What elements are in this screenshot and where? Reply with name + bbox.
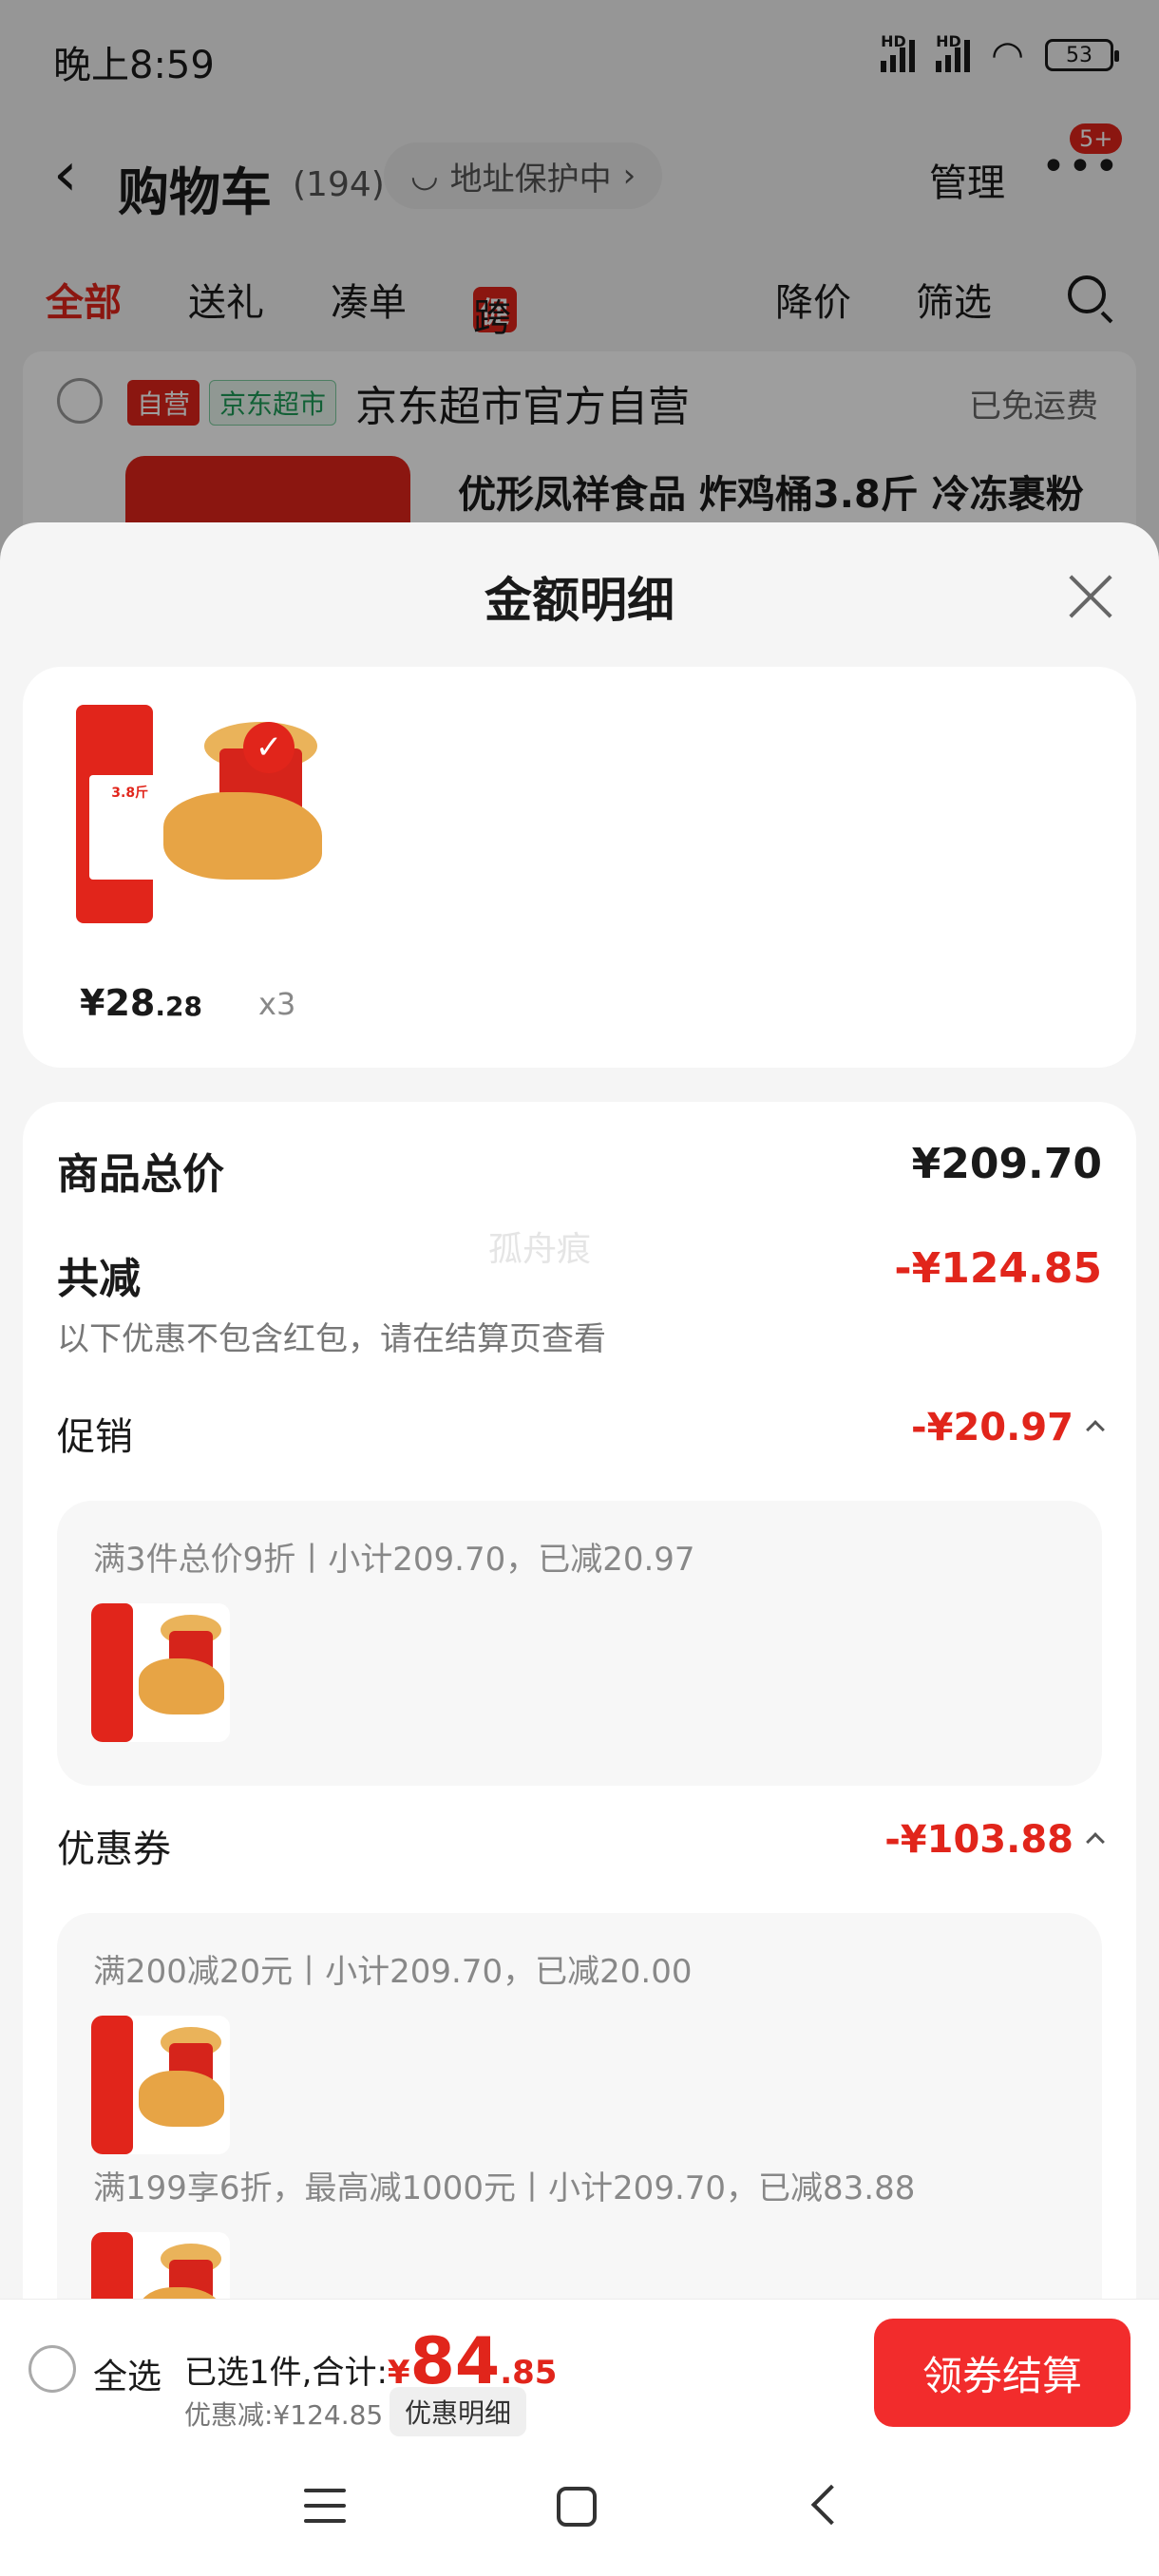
amount-detail-card: 商品总价 ¥209.70 孤舟痕 共减 -¥124.85 以下优惠不包含红包，请… [23,1102,1136,2299]
coupon-line-1: 满200减20元丨小计209.70，已减20.00 [93,1953,693,1991]
coupon-row[interactable]: 优惠券 -¥103.88 [57,1818,1105,1871]
unit-price-int: ¥28 [80,982,156,1024]
coupon-product-image-1 [91,2016,230,2154]
unit-price: ¥28.28 [80,982,202,1024]
close-icon[interactable] [1062,570,1115,623]
promo-value: -¥20.97 [911,1406,1105,1449]
chevron-up-icon [1086,1420,1105,1439]
home-icon[interactable] [557,2487,597,2527]
coupon-label: 优惠券 [57,1828,171,1871]
promo-detail-box: 满3件总价9折丨小计209.70，已减20.97 [57,1501,1102,1786]
reduce-note: 以下优惠不包含红包，请在结算页查看 [57,1320,606,1358]
coupon-product-image-2 [91,2232,230,2299]
summary-prefix: 已选1件,合计: [184,2354,388,2392]
checkout-button[interactable]: 领券结算 [874,2319,1130,2427]
total-row: 商品总价 ¥209.70 [57,1140,1102,1199]
amount-detail-sheet: 金额明细 3.8斤 ✓ ¥28.28 x3 商品总价 ¥209.70 孤舟痕 共… [0,522,1159,2299]
total-dec: .85 [500,2354,558,2392]
modal-overlay[interactable] [0,0,1159,589]
coupon-line-2: 满199享6折，最高减1000元丨小计209.70，已减83.88 [93,2169,916,2207]
check-icon: ✓ [243,722,294,773]
reduce-value: -¥124.85 [894,1244,1102,1293]
back-icon[interactable] [810,2484,852,2526]
select-all-label[interactable]: 全选 [93,2349,162,2398]
items-card: 3.8斤 ✓ ¥28.28 x3 [23,667,1136,1068]
promo-product-image [91,1603,230,1742]
product-image-text: 3.8斤 [111,785,149,801]
unit-price-dec: .28 [155,991,202,1022]
reduce-label: 共减 [57,1255,141,1303]
system-nav-bar [0,2441,1159,2576]
promo-row[interactable]: 促销 -¥20.97 [57,1406,1105,1459]
checkout-bar: 全选 已选1件,合计:¥84.85 优惠减:¥124.85 优惠明细 领券结算 [0,2299,1159,2441]
product-image[interactable]: 3.8斤 ✓ [76,705,332,923]
menu-icon[interactable] [304,2489,346,2523]
total-label: 商品总价 [57,1150,224,1199]
item-quantity: x3 [258,986,296,1022]
total-value: ¥209.70 [911,1140,1102,1188]
select-all-radio[interactable] [28,2345,76,2393]
coupon-value: -¥103.88 [884,1818,1105,1862]
discount-detail-button[interactable]: 优惠明细 [390,2387,527,2436]
promo-line: 满3件总价9折丨小计209.70，已减20.97 [93,1541,695,1579]
discount-summary: 优惠减:¥124.85 [184,2399,384,2431]
promo-label: 促销 [57,1415,133,1459]
reduce-row: 共减 -¥124.85 [57,1244,1102,1303]
coupon-detail-box: 满200减20元丨小计209.70，已减20.00 满199享6折，最高减100… [57,1913,1102,2299]
sheet-title: 金额明细 [484,573,674,628]
chevron-up-icon [1086,1832,1105,1851]
yen-symbol: ¥ [387,2354,410,2392]
